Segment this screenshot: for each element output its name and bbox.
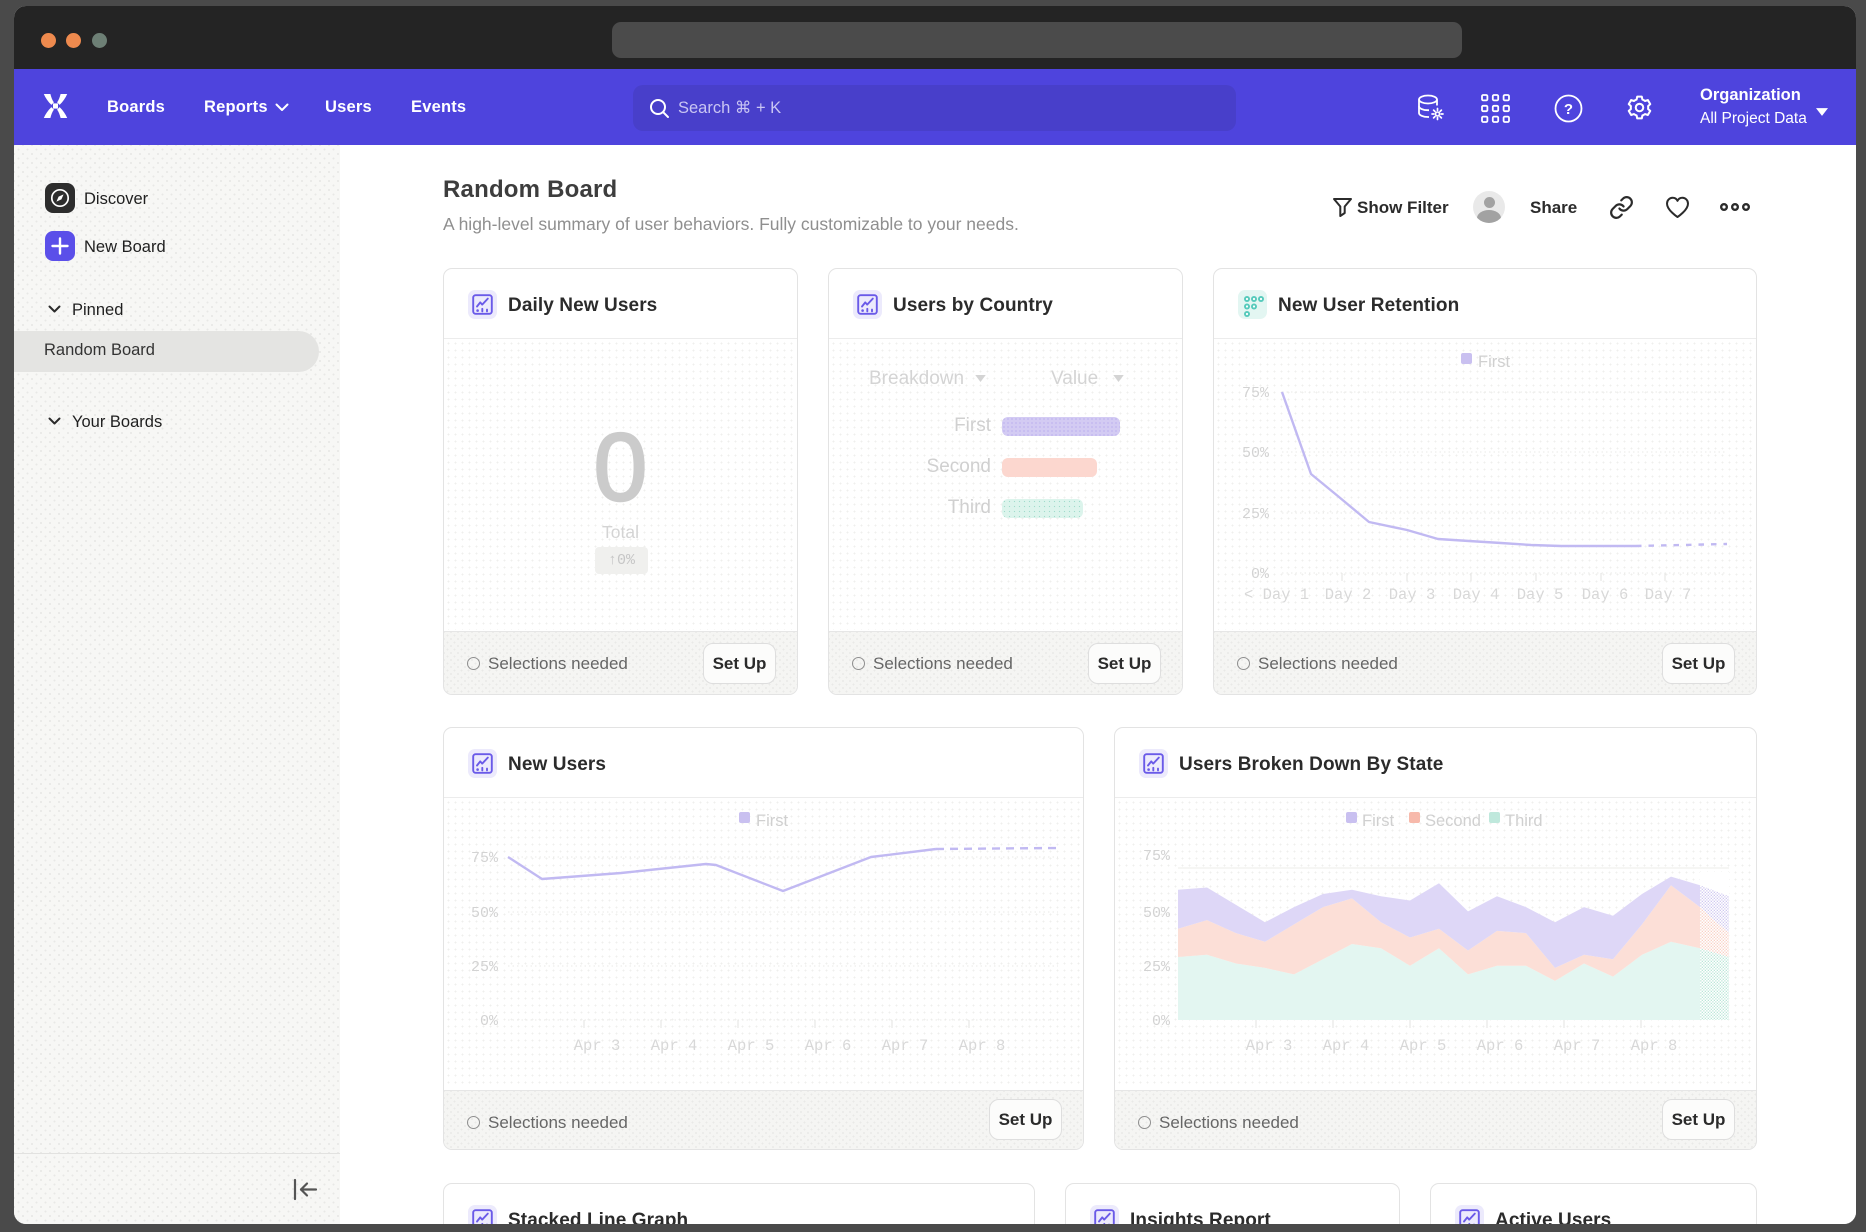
svg-text:Apr 6: Apr 6 bbox=[805, 1037, 852, 1055]
svg-text:25%: 25% bbox=[471, 959, 499, 976]
svg-text:< Day 1: < Day 1 bbox=[1244, 586, 1309, 604]
svg-text:Apr 8: Apr 8 bbox=[1631, 1037, 1678, 1055]
svg-text:75%: 75% bbox=[1143, 848, 1171, 865]
svg-text:First: First bbox=[1362, 812, 1394, 830]
svg-text:Apr 4: Apr 4 bbox=[651, 1037, 698, 1055]
svg-text:0%: 0% bbox=[480, 1013, 499, 1030]
svg-text:50%: 50% bbox=[471, 905, 499, 922]
svg-text:Apr 4: Apr 4 bbox=[1323, 1037, 1370, 1055]
svg-text:Apr 3: Apr 3 bbox=[574, 1037, 621, 1055]
svg-text:First: First bbox=[756, 812, 788, 830]
svg-text:Apr 5: Apr 5 bbox=[728, 1037, 775, 1055]
svg-text:25%: 25% bbox=[1143, 959, 1171, 976]
svg-text:Apr 3: Apr 3 bbox=[1246, 1037, 1293, 1055]
svg-text:75%: 75% bbox=[471, 850, 499, 867]
svg-text:First: First bbox=[1478, 353, 1510, 371]
svg-text:Third: Third bbox=[1505, 812, 1543, 830]
svg-text:Day 4: Day 4 bbox=[1453, 586, 1500, 604]
svg-text:0%: 0% bbox=[1251, 566, 1270, 583]
svg-text:Day 5: Day 5 bbox=[1517, 586, 1564, 604]
svg-text:Day 2: Day 2 bbox=[1325, 586, 1372, 604]
svg-text:25%: 25% bbox=[1242, 506, 1270, 523]
svg-text:Day 7: Day 7 bbox=[1645, 586, 1692, 604]
svg-text:0%: 0% bbox=[1152, 1013, 1171, 1030]
svg-text:Apr 8: Apr 8 bbox=[959, 1037, 1006, 1055]
svg-text:Apr 7: Apr 7 bbox=[1554, 1037, 1601, 1055]
svg-text:75%: 75% bbox=[1242, 385, 1270, 402]
svg-text:Apr 5: Apr 5 bbox=[1400, 1037, 1447, 1055]
svg-text:Day 3: Day 3 bbox=[1389, 586, 1436, 604]
svg-text:?: ? bbox=[1564, 101, 1573, 118]
svg-text:50%: 50% bbox=[1242, 445, 1270, 462]
svg-text:50%: 50% bbox=[1143, 905, 1171, 922]
svg-text:Day 6: Day 6 bbox=[1582, 586, 1629, 604]
svg-text:Second: Second bbox=[1425, 812, 1481, 830]
svg-text:Apr 7: Apr 7 bbox=[882, 1037, 929, 1055]
svg-text:Apr 6: Apr 6 bbox=[1477, 1037, 1524, 1055]
